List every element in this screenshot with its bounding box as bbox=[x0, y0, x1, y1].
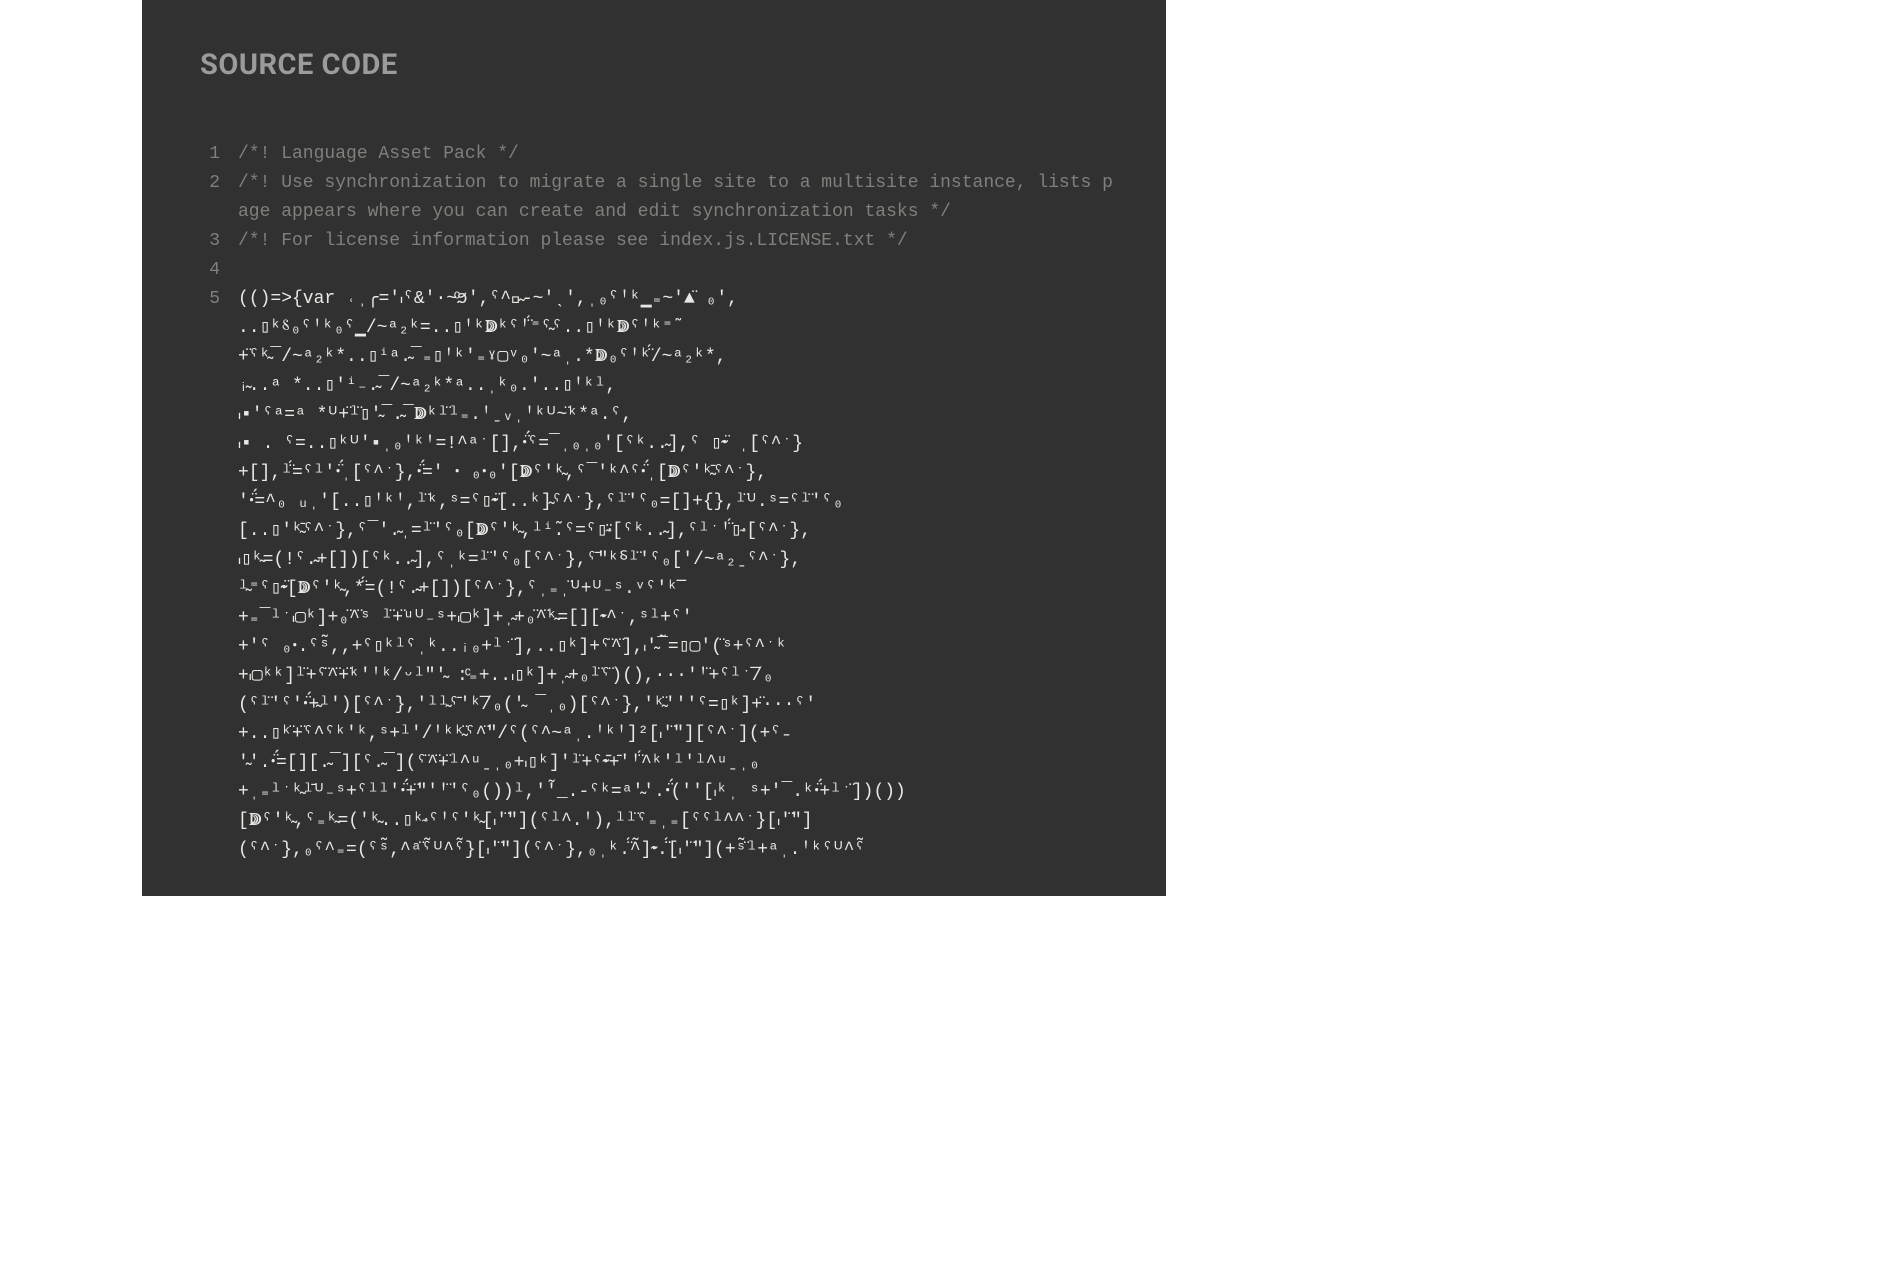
code-line: 1/*! Language Asset Pack */ bbox=[186, 140, 1166, 169]
source-code-panel: SOURCE CODE 1/*! Language Asset Pack */2… bbox=[142, 0, 1166, 896]
page-root: SOURCE CODE 1/*! Language Asset Pack */2… bbox=[0, 0, 1280, 896]
code-line: 2/*! Use synchronization to migrate a si… bbox=[186, 169, 1166, 227]
line-number: 1 bbox=[186, 140, 238, 169]
line-number: 3 bbox=[186, 227, 238, 256]
line-number: 5 bbox=[186, 285, 238, 314]
code-block: 1/*! Language Asset Pack */2/*! Use sync… bbox=[142, 82, 1166, 865]
line-content: /*! Use synchronization to migrate a sin… bbox=[238, 169, 1118, 227]
line-content: /*! For license information please see i… bbox=[238, 227, 1118, 256]
line-content: /*! Language Asset Pack */ bbox=[238, 140, 1118, 169]
line-content: (()=>{var ˓ˌ╭='៲ˤ&'·~ͨϧ',ˤ^ទ̴-~'ˎ',ˌ₀ˤꞋᵏ… bbox=[238, 285, 1118, 865]
code-line: 4 bbox=[186, 256, 1166, 285]
code-line: 3/*! For license information please see … bbox=[186, 227, 1166, 256]
code-line: 5(()=>{var ˓ˌ╭='៲ˤ&'·~ͨϧ',ˤ^ទ̴-~'ˎ',ˌ₀ˤꞋ… bbox=[186, 285, 1166, 865]
panel-heading: SOURCE CODE bbox=[142, 0, 1166, 82]
line-number: 2 bbox=[186, 169, 238, 198]
line-number: 4 bbox=[186, 256, 238, 285]
